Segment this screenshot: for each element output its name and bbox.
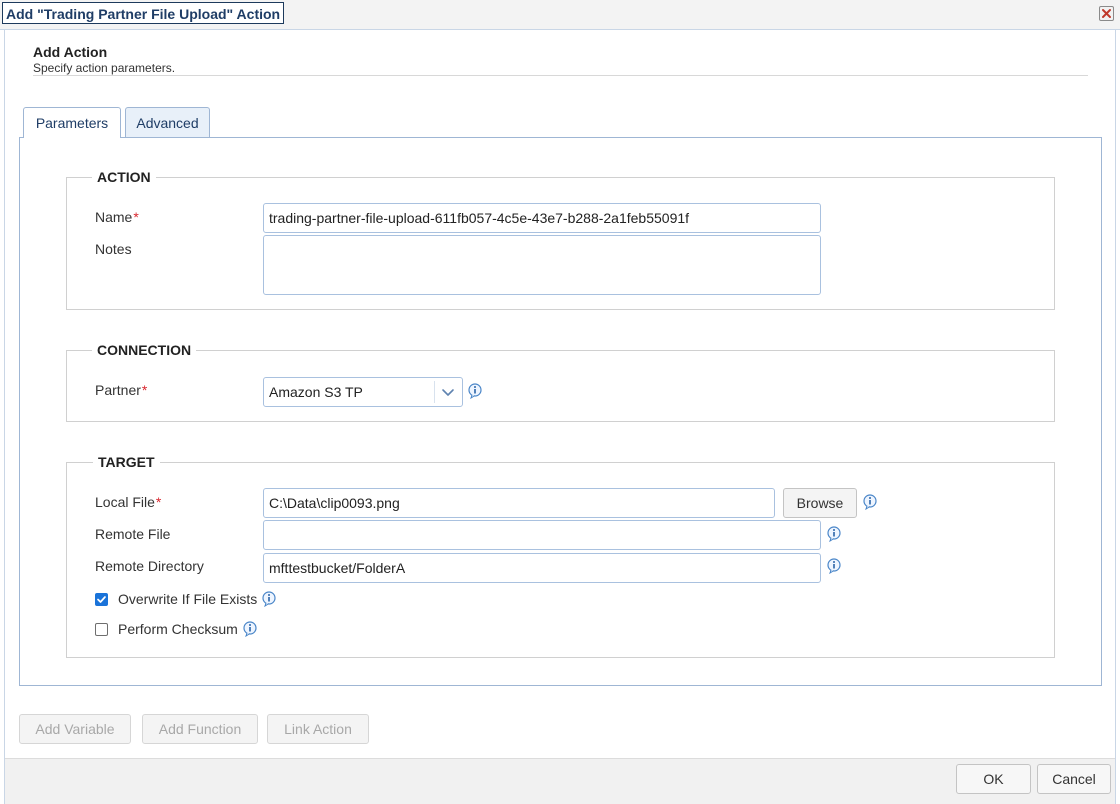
window-title: Add "Trading Partner File Upload" Action [2, 2, 285, 24]
info-icon[interactable] [826, 526, 842, 542]
connection-legend: CONNECTION [92, 342, 197, 358]
partner-select[interactable]: Amazon S3 TP [263, 377, 463, 407]
local-file-input[interactable]: C:\Data\clip0093.png [263, 488, 775, 518]
remote-file-label: Remote File [95, 526, 171, 542]
info-icon[interactable] [467, 383, 483, 399]
browse-button[interactable]: Browse [783, 488, 857, 518]
ok-button[interactable]: OK [956, 764, 1031, 794]
dialog-heading: Add Action [33, 44, 108, 60]
required-marker: * [133, 209, 139, 225]
info-icon[interactable] [261, 591, 277, 607]
link-action-button[interactable]: Link Action [267, 714, 369, 744]
close-button[interactable] [1099, 6, 1114, 21]
required-marker: * [155, 494, 162, 510]
close-icon [1102, 9, 1111, 18]
add-variable-button[interactable]: Add Variable [19, 714, 131, 744]
dialog-footer [5, 758, 1115, 804]
notes-label: Notes [95, 241, 132, 257]
tab-parameters[interactable]: Parameters [23, 107, 121, 138]
cancel-button[interactable]: Cancel [1037, 764, 1111, 794]
action-legend: ACTION [92, 169, 156, 185]
info-icon[interactable] [862, 494, 878, 510]
name-input[interactable]: trading-partner-file-upload-611fb057-4c5… [263, 203, 821, 233]
info-icon[interactable] [826, 558, 842, 574]
tab-advanced[interactable]: Advanced [125, 107, 210, 137]
check-icon [97, 596, 106, 603]
partner-select-value: Amazon S3 TP [269, 384, 363, 400]
checksum-checkbox[interactable] [95, 623, 108, 636]
notes-textarea[interactable] [263, 235, 821, 295]
dialog-subheading: Specify action parameters. [33, 61, 176, 75]
title-bar: Add "Trading Partner File Upload" Action [0, 0, 1120, 30]
partner-label: Partner* [95, 382, 148, 398]
target-legend: TARGET [93, 454, 160, 470]
info-icon[interactable] [242, 621, 258, 637]
name-label: Name* [95, 209, 139, 225]
required-marker: * [141, 382, 148, 398]
checksum-label[interactable]: Perform Checksum [118, 621, 238, 637]
remote-directory-input[interactable]: mfttestbucket/FolderA [263, 553, 821, 583]
add-function-button[interactable]: Add Function [142, 714, 258, 744]
local-file-label: Local File* [95, 494, 162, 510]
remote-file-input[interactable] [263, 520, 821, 550]
connection-section [66, 350, 1055, 422]
overwrite-label[interactable]: Overwrite If File Exists [118, 591, 257, 607]
header-divider [33, 75, 1088, 76]
chevron-down-icon [434, 381, 454, 403]
remote-directory-label: Remote Directory [95, 558, 204, 574]
overwrite-checkbox[interactable] [95, 593, 108, 606]
